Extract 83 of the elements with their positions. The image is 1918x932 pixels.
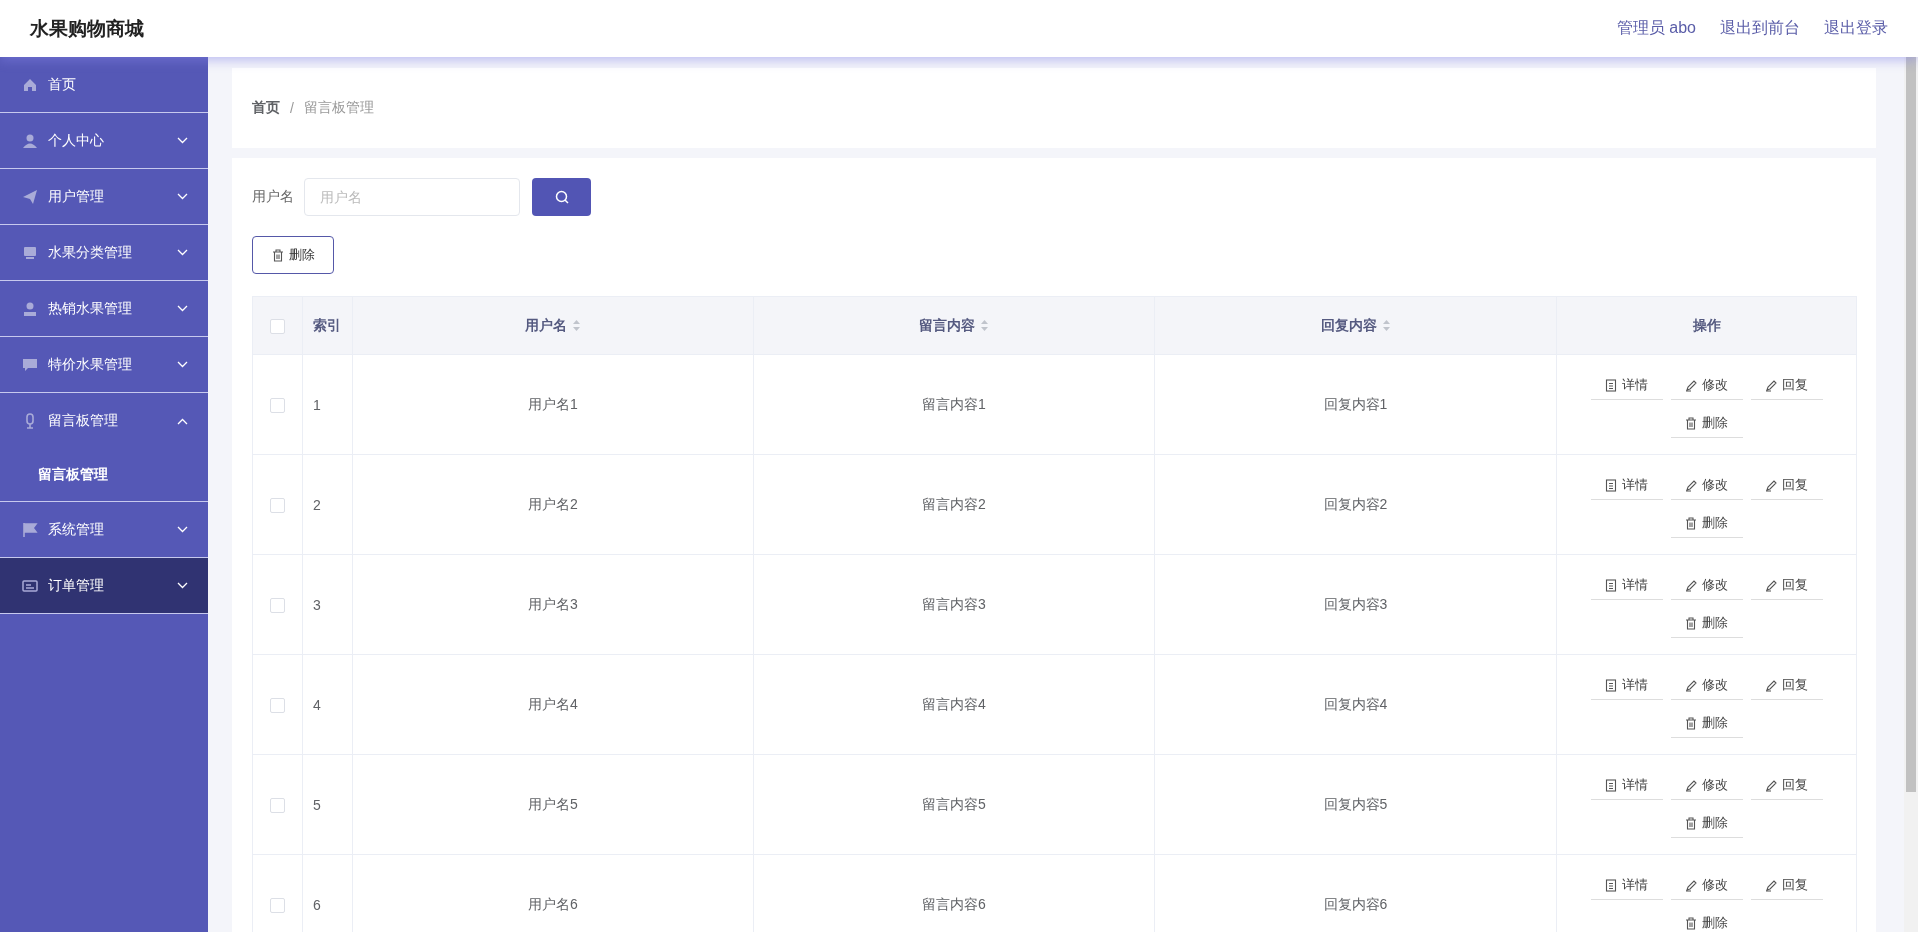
- search-label: 用户名: [252, 188, 294, 206]
- pencil-icon: [1765, 778, 1777, 792]
- row-checkbox[interactable]: [270, 497, 285, 513]
- table-cell: 用户名4: [352, 654, 754, 755]
- trash-icon: [271, 248, 284, 262]
- document-icon: [1605, 878, 1617, 892]
- table-cell: 4: [302, 654, 353, 755]
- row-checkbox[interactable]: [270, 597, 285, 613]
- pencil-icon: [1685, 778, 1697, 792]
- column-header: 操作: [1556, 296, 1857, 355]
- row-checkbox[interactable]: [270, 897, 285, 913]
- document-icon: [1605, 678, 1617, 692]
- table-cell: 3: [302, 554, 353, 655]
- breadcrumb-separator: /: [290, 100, 294, 116]
- search-button[interactable]: [532, 178, 591, 216]
- table-cell: 用户名5: [352, 754, 754, 855]
- sidebar-item[interactable]: 订单管理: [0, 558, 208, 614]
- pencil-icon: [1685, 578, 1697, 592]
- table-cell: 留言内容1: [753, 354, 1155, 455]
- trash-icon: [1685, 816, 1697, 830]
- table-cell: 用户名2: [352, 454, 754, 555]
- pencil-icon: [1685, 478, 1697, 492]
- username-input[interactable]: 用户名: [304, 178, 520, 216]
- chevron-icon: [177, 137, 188, 144]
- header-link[interactable]: 管理员 abo: [1616, 18, 1696, 39]
- select-all-checkbox[interactable]: [270, 318, 285, 334]
- table-cell: 1: [302, 354, 353, 455]
- chevron-icon: [177, 582, 188, 589]
- table-cell: 留言内容5: [753, 754, 1155, 855]
- column-header: 索引: [302, 296, 353, 355]
- pencil-icon: [1765, 878, 1777, 892]
- trash-icon: [1685, 516, 1697, 530]
- sort-icon[interactable]: [980, 319, 989, 333]
- column-header[interactable]: 留言内容: [753, 296, 1155, 355]
- chevron-icon: [177, 249, 188, 256]
- table-cell: 回复内容5: [1154, 754, 1557, 855]
- row-checkbox[interactable]: [270, 397, 285, 413]
- pencil-icon: [1685, 678, 1697, 692]
- table-cell: 2: [302, 454, 353, 555]
- document-icon: [1605, 478, 1617, 492]
- chevron-icon: [177, 526, 188, 533]
- sort-icon[interactable]: [572, 319, 581, 333]
- table-cell: 回复内容2: [1154, 454, 1557, 555]
- chevron-icon: [177, 305, 188, 312]
- chevron-icon: [177, 417, 188, 425]
- document-icon: [1605, 378, 1617, 392]
- table-cell: 回复内容3: [1154, 554, 1557, 655]
- table-cell: 留言内容4: [753, 654, 1155, 755]
- table-cell: 留言内容2: [753, 454, 1155, 555]
- search-icon: [554, 190, 569, 204]
- breadcrumb-current: 留言板管理: [303, 99, 374, 117]
- pencil-icon: [1765, 478, 1777, 492]
- pencil-icon: [1765, 578, 1777, 592]
- header-link[interactable]: 退出到前台: [1720, 18, 1800, 39]
- trash-icon: [1685, 716, 1697, 730]
- trash-icon: [1685, 916, 1697, 930]
- breadcrumb-link[interactable]: 首页: [252, 99, 280, 117]
- column-header[interactable]: 用户名: [352, 296, 754, 355]
- table-cell: 回复内容1: [1154, 354, 1557, 455]
- pencil-icon: [1765, 678, 1777, 692]
- app-title: 水果购物商城: [30, 16, 144, 41]
- sort-icon[interactable]: [1381, 319, 1391, 333]
- pencil-icon: [1765, 378, 1777, 392]
- table-cell: 留言内容3: [753, 554, 1155, 655]
- pencil-icon: [1685, 378, 1697, 392]
- table-cell: 回复内容4: [1154, 654, 1557, 755]
- pencil-icon: [1685, 878, 1697, 892]
- chevron-icon: [177, 361, 188, 368]
- column-header[interactable]: 回复内容: [1154, 296, 1557, 355]
- trash-icon: [1685, 416, 1697, 430]
- delete-button[interactable]: 删除: [252, 236, 334, 274]
- scrollbar-thumb[interactable]: [1906, 57, 1916, 792]
- trash-icon: [1685, 616, 1697, 630]
- row-checkbox[interactable]: [270, 797, 285, 813]
- document-icon: [1605, 578, 1617, 592]
- document-icon: [1605, 778, 1617, 792]
- table-cell: 用户名3: [352, 554, 754, 655]
- row-checkbox[interactable]: [270, 697, 285, 713]
- table-cell: 用户名1: [352, 354, 754, 455]
- header-link[interactable]: 退出登录: [1824, 18, 1888, 39]
- chevron-icon: [177, 193, 188, 200]
- table-cell: 5: [302, 754, 353, 855]
- scrollbar[interactable]: [1904, 57, 1918, 932]
